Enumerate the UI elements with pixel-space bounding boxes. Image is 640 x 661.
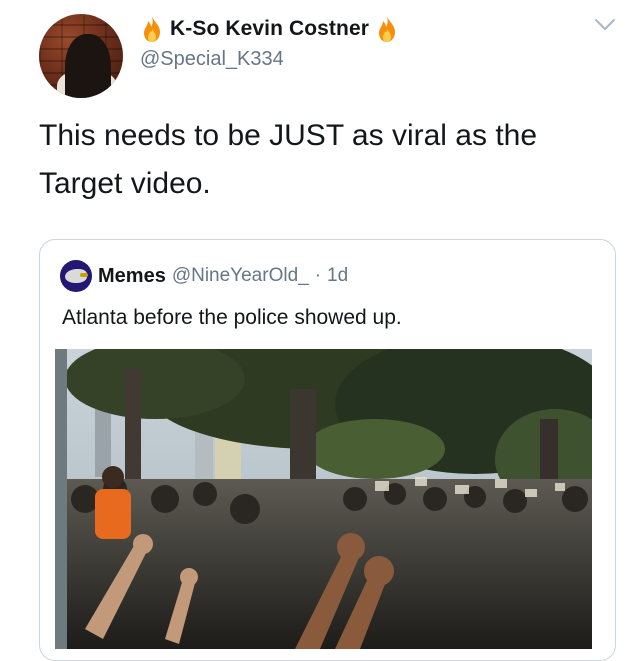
- author-display-name[interactable]: K-So Kevin Costner: [170, 17, 369, 41]
- author-name-row[interactable]: K-So Kevin Costner: [140, 14, 399, 44]
- raven-beak-shape: [80, 273, 88, 277]
- quoted-author-name[interactable]: Memes: [98, 265, 166, 288]
- avatar-person: [65, 34, 111, 98]
- quoted-tweet-header: Memes @NineYearOld_ · 1d: [60, 258, 348, 294]
- quoted-separator: ·: [314, 265, 322, 286]
- ravens-logo-icon[interactable]: [60, 260, 92, 292]
- tweet-text: This needs to be JUST as viral as the Ta…: [39, 119, 538, 200]
- quoted-timestamp[interactable]: 1d: [327, 265, 348, 287]
- quoted-author-handle[interactable]: @NineYearOld_: [172, 265, 309, 287]
- quoted-tweet-media[interactable]: [55, 349, 592, 649]
- avatar[interactable]: [39, 14, 123, 98]
- author-handle[interactable]: @Special_K334: [140, 48, 284, 71]
- crowd-raised-fists-image: [55, 349, 592, 649]
- fire-icon: [144, 16, 160, 42]
- quoted-tweet-text: Atlanta before the police showed up.: [62, 306, 402, 329]
- fire-icon: [379, 16, 395, 42]
- chevron-down-icon[interactable]: [594, 18, 616, 32]
- quoted-tweet[interactable]: Memes @NineYearOld_ · 1d Atlanta before …: [39, 239, 616, 661]
